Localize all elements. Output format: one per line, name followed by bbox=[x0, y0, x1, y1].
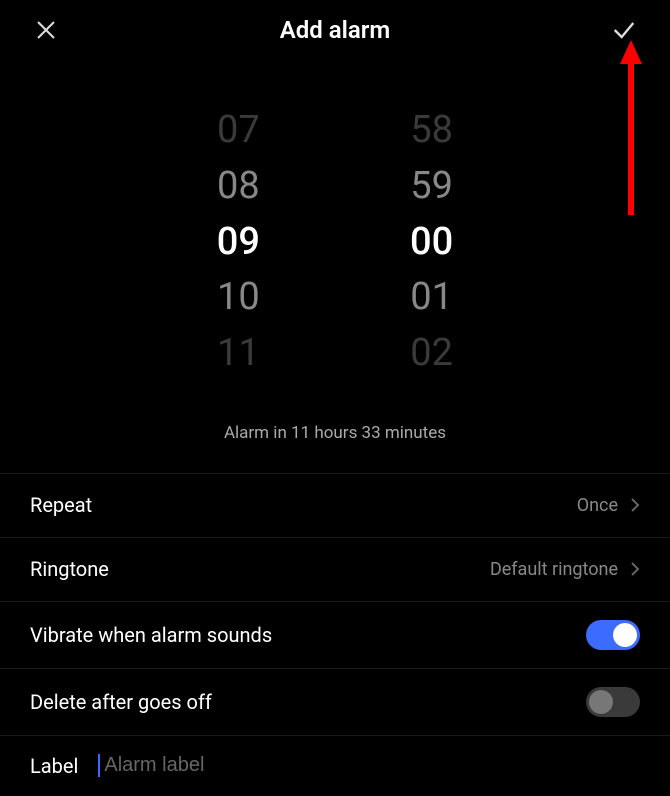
chevron-right-icon bbox=[630, 497, 640, 513]
repeat-value: Once bbox=[577, 495, 618, 516]
check-icon bbox=[610, 16, 638, 44]
delete-after-toggle[interactable] bbox=[586, 687, 640, 717]
hour-wheel[interactable]: 07 08 09 10 11 bbox=[217, 110, 260, 375]
repeat-label: Repeat bbox=[30, 493, 92, 517]
alarm-countdown: Alarm in 11 hours 33 minutes bbox=[0, 405, 670, 473]
minute-option-selected[interactable]: 00 bbox=[410, 222, 453, 264]
toggle-knob bbox=[613, 623, 637, 647]
vibrate-label: Vibrate when alarm sounds bbox=[30, 623, 272, 647]
settings-list: Repeat Once Ringtone Default ringtone Vi… bbox=[0, 473, 670, 796]
label-field-label: Label bbox=[30, 754, 78, 778]
vibrate-toggle[interactable] bbox=[586, 620, 640, 650]
minute-option[interactable]: 02 bbox=[410, 333, 453, 375]
page-title: Add alarm bbox=[280, 16, 391, 44]
hour-option[interactable]: 11 bbox=[217, 333, 260, 375]
minute-option[interactable]: 58 bbox=[410, 110, 453, 152]
label-row: Label bbox=[0, 736, 670, 796]
label-input[interactable] bbox=[98, 754, 640, 777]
delete-after-label: Delete after goes off bbox=[30, 690, 212, 714]
chevron-right-icon bbox=[630, 561, 640, 577]
repeat-row[interactable]: Repeat Once bbox=[0, 474, 670, 538]
delete-after-row: Delete after goes off bbox=[0, 669, 670, 736]
vibrate-row: Vibrate when alarm sounds bbox=[0, 602, 670, 669]
hour-option[interactable]: 08 bbox=[217, 166, 260, 208]
confirm-button[interactable] bbox=[608, 14, 640, 46]
close-icon bbox=[34, 18, 58, 42]
minute-wheel[interactable]: 58 59 00 01 02 bbox=[410, 110, 453, 375]
time-picker: 07 08 09 10 11 58 59 00 01 02 bbox=[0, 60, 670, 405]
minute-option[interactable]: 59 bbox=[410, 166, 453, 208]
close-button[interactable] bbox=[30, 14, 62, 46]
toggle-knob bbox=[589, 690, 613, 714]
ringtone-value: Default ringtone bbox=[490, 559, 618, 580]
minute-option[interactable]: 01 bbox=[410, 277, 453, 319]
ringtone-row[interactable]: Ringtone Default ringtone bbox=[0, 538, 670, 602]
hour-option-selected[interactable]: 09 bbox=[217, 222, 260, 264]
ringtone-label: Ringtone bbox=[30, 557, 109, 581]
hour-option[interactable]: 10 bbox=[217, 277, 260, 319]
hour-option[interactable]: 07 bbox=[217, 110, 260, 152]
